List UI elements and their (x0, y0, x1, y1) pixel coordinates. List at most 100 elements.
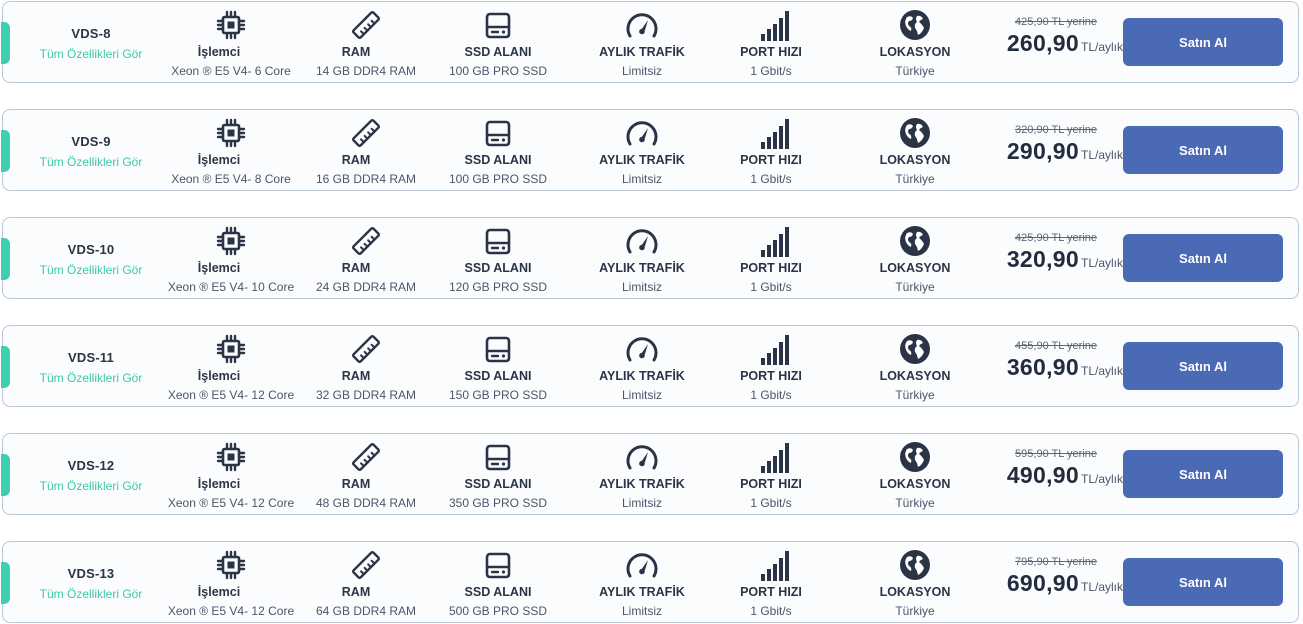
feature-value: 32 GB DDR4 RAM (315, 388, 417, 402)
feature-label: LOKASYON (879, 45, 951, 59)
feature-cpu: İşlemci Xeon ® E5 V4- 10 Core (156, 224, 306, 294)
feature-value: 16 GB DDR4 RAM (315, 172, 417, 186)
buy-button[interactable]: Satın Al (1123, 126, 1283, 174)
feature-value: 1 Gbit/s (750, 388, 792, 402)
buy-button[interactable]: Satın Al (1123, 18, 1283, 66)
view-all-features-link[interactable]: Tüm Özellikleri Gör (31, 155, 151, 169)
feature-ssd: SSD ALANI 100 GB PRO SSD (423, 8, 573, 78)
feature-ssd: SSD ALANI 120 GB PRO SSD (423, 224, 573, 294)
signal-bars-icon (701, 332, 851, 366)
current-price: 490,90 TL/aylık (973, 462, 1123, 489)
feature-value: 500 GB PRO SSD (448, 604, 548, 618)
price-block: 795,90 TL yerine 690,90 TL/aylık (973, 556, 1123, 597)
feature-label: SSD ALANI (464, 369, 532, 383)
feature-value: Limitsiz (621, 64, 662, 78)
view-all-features-link[interactable]: Tüm Özellikleri Gör (31, 587, 151, 601)
feature-traffic: AYLIK TRAFİK Limitsiz (567, 116, 717, 186)
feature-label: LOKASYON (879, 477, 951, 491)
feature-value: 1 Gbit/s (750, 172, 792, 186)
feature-value: Limitsiz (621, 604, 662, 618)
plan-name: VDS-13 (67, 566, 115, 581)
feature-traffic: AYLIK TRAFİK Limitsiz (567, 548, 717, 618)
feature-value: Xeon ® E5 V4- 10 Core (167, 280, 295, 294)
feature-value: Limitsiz (621, 388, 662, 402)
hard-drive-icon (423, 440, 573, 474)
plan-header: VDS-13 Tüm Özellikleri Gör (31, 566, 151, 601)
hard-drive-icon (423, 224, 573, 258)
view-all-features-link[interactable]: Tüm Özellikleri Gör (31, 479, 151, 493)
card-accent-tab (1, 562, 10, 604)
feature-label: AYLIK TRAFİK (599, 261, 685, 275)
current-price: 260,90 TL/aylık (973, 30, 1123, 57)
feature-label: PORT HIZI (740, 45, 802, 59)
plan-card-vds-10: VDS-10 Tüm Özellikleri Gör İşlemci Xeon … (1, 217, 1299, 299)
cpu-icon (156, 224, 306, 258)
feature-value: Xeon ® E5 V4- 6 Core (171, 64, 291, 78)
feature-value: 1 Gbit/s (750, 604, 792, 618)
feature-label: SSD ALANI (464, 477, 532, 491)
feature-label: PORT HIZI (740, 477, 802, 491)
feature-value: 350 GB PRO SSD (448, 496, 548, 510)
speedometer-icon (567, 332, 717, 366)
plan-card-vds-13: VDS-13 Tüm Özellikleri Gör İşlemci Xeon … (1, 541, 1299, 623)
old-price: 320,90 TL yerine (1015, 124, 1097, 136)
feature-value: 1 Gbit/s (750, 280, 792, 294)
signal-bars-icon (701, 224, 851, 258)
price-amount: 260,90 (1006, 30, 1079, 56)
globe-icon (840, 8, 990, 42)
feature-location: LOKASYON Türkiye (840, 440, 990, 510)
feature-value: Xeon ® E5 V4- 12 Core (167, 496, 295, 510)
feature-label: LOKASYON (879, 261, 951, 275)
old-price: 455,90 TL yerine (1015, 340, 1097, 352)
card-accent-tab (1, 238, 10, 280)
feature-label: İşlemci (197, 261, 241, 275)
price-amount: 360,90 (1006, 354, 1079, 380)
buy-button[interactable]: Satın Al (1123, 342, 1283, 390)
feature-value: 150 GB PRO SSD (448, 388, 548, 402)
plan-header: VDS-10 Tüm Özellikleri Gör (31, 242, 151, 277)
globe-icon (840, 224, 990, 258)
view-all-features-link[interactable]: Tüm Özellikleri Gör (31, 263, 151, 277)
feature-value: Limitsiz (621, 496, 662, 510)
feature-value: Xeon ® E5 V4- 8 Core (171, 172, 291, 186)
plan-header: VDS-8 Tüm Özellikleri Gör (31, 26, 151, 61)
feature-label: İşlemci (197, 477, 241, 491)
card-accent-tab (1, 346, 10, 388)
card-accent-tab (1, 454, 10, 496)
feature-label: RAM (341, 261, 371, 275)
feature-value: Türkiye (895, 496, 935, 510)
feature-location: LOKASYON Türkiye (840, 8, 990, 78)
globe-icon (840, 332, 990, 366)
feature-label: SSD ALANI (464, 45, 532, 59)
feature-label: İşlemci (197, 153, 241, 167)
ram-stick-icon (291, 8, 441, 42)
plan-card-vds-9: VDS-9 Tüm Özellikleri Gör İşlemci Xeon ®… (1, 109, 1299, 191)
feature-ram: RAM 14 GB DDR4 RAM (291, 8, 441, 78)
buy-button[interactable]: Satın Al (1123, 234, 1283, 282)
feature-label: AYLIK TRAFİK (599, 45, 685, 59)
buy-button[interactable]: Satın Al (1123, 558, 1283, 606)
plan-header: VDS-9 Tüm Özellikleri Gör (31, 134, 151, 169)
buy-button[interactable]: Satın Al (1123, 450, 1283, 498)
signal-bars-icon (701, 440, 851, 474)
feature-traffic: AYLIK TRAFİK Limitsiz (567, 440, 717, 510)
feature-cpu: İşlemci Xeon ® E5 V4- 12 Core (156, 332, 306, 402)
view-all-features-link[interactable]: Tüm Özellikleri Gör (31, 47, 151, 61)
plan-name: VDS-8 (71, 26, 111, 41)
price-unit: TL/aylık (1080, 40, 1123, 54)
card-accent-tab (1, 22, 10, 64)
view-all-features-link[interactable]: Tüm Özellikleri Gör (31, 371, 151, 385)
feature-label: PORT HIZI (740, 261, 802, 275)
feature-port: PORT HIZI 1 Gbit/s (701, 548, 851, 618)
feature-value: Türkiye (895, 388, 935, 402)
feature-traffic: AYLIK TRAFİK Limitsiz (567, 8, 717, 78)
old-price: 425,90 TL yerine (1015, 232, 1097, 244)
feature-label: PORT HIZI (740, 369, 802, 383)
feature-value: Limitsiz (621, 280, 662, 294)
hard-drive-icon (423, 8, 573, 42)
feature-ssd: SSD ALANI 100 GB PRO SSD (423, 116, 573, 186)
plan-name: VDS-11 (67, 350, 114, 365)
card-accent-tab (1, 130, 10, 172)
feature-value: Türkiye (895, 64, 935, 78)
price-amount: 490,90 (1006, 462, 1079, 488)
